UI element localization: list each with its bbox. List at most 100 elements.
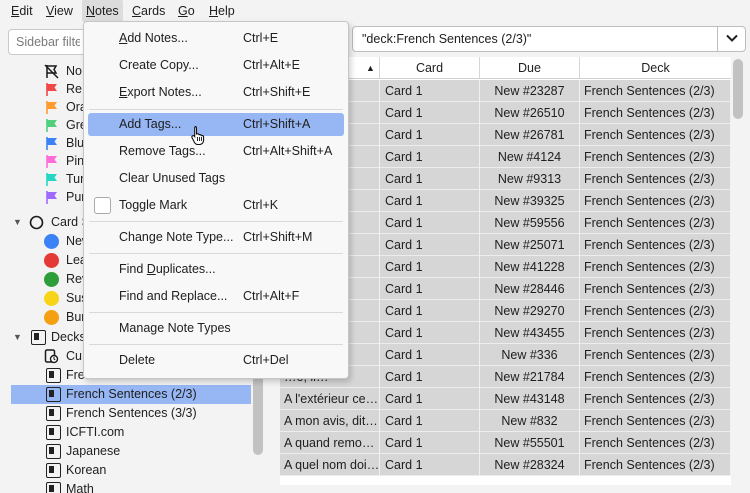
menu-item-add-notes[interactable]: Add Notes... Ctrl+E [88,27,344,50]
menu-notes[interactable]: Notes [82,0,123,22]
card-state-icon [29,215,44,230]
menu-view[interactable]: View [42,0,77,22]
expand-arrow-icon[interactable]: ▼ [13,213,22,232]
menu-item-add-tags[interactable]: Add Tags... Ctrl+Shift+A [88,113,344,136]
due-cell: New #25071 [480,234,580,256]
table-row[interactable]: A quel nom doi… Card 1 New #28324 French Se… [280,454,731,476]
due-cell: New #41228 [480,256,580,278]
menu-item-label: Delete [119,353,156,367]
sort-field-cell: A l'extérieur ce… [280,388,380,410]
sidebar-item-label: Fre [66,368,85,382]
card-cell: Card 1 [380,80,480,102]
table-scrollbar[interactable] [731,57,745,487]
menu-go-label: o [187,4,195,18]
column-header-label: Due [518,61,541,75]
due-cell: New #4124 [480,146,580,168]
due-cell: New #43148 [480,388,580,410]
menu-view-mnemonic: V [46,4,55,18]
search-input[interactable]: "deck:French Sentences (2/3)" [352,26,746,52]
table-row[interactable]: A quand remo… Card 1 New #55501 French Sent… [280,432,731,454]
sort-field-cell: A quel nom doi… [280,454,380,476]
deck-cell: French Sentences (2/3) [580,322,731,344]
card-cell: Card 1 [380,146,480,168]
menu-item-label: Toggle Mark [119,198,188,212]
sort-field-cell: A quand remo… [280,432,380,454]
suspended-dot-icon [44,291,59,306]
menu-item-shortcut: Ctrl+Alt+F [243,289,300,303]
sidebar-item-label: ICFTI.com [66,425,125,439]
sidebar-item-label: Blu [66,136,85,150]
column-header-due[interactable]: Due [480,57,580,79]
menu-notes-mnemonic: N [86,4,96,18]
column-header-card[interactable]: Card [380,57,480,79]
menu-item-clear-unused-tags[interactable]: Clear Unused Tags [88,167,344,190]
expand-arrow-icon[interactable]: ▼ [13,328,22,347]
menu-go-mnemonic: G [178,4,188,18]
menu-item-find-replace[interactable]: Find and Replace... Ctrl+Alt+F [88,285,344,308]
menu-item-create-copy[interactable]: Create Copy... Ctrl+Alt+E [88,54,344,77]
deck-cell: French Sentences (2/3) [580,454,731,476]
deck-icon [46,368,61,383]
menu-item-change-note-type[interactable]: Change Note Type... Ctrl+Shift+M [88,226,344,249]
sidebar-filter-input[interactable] [8,29,88,55]
sidebar-item-deck-korean[interactable]: Korean [11,461,251,480]
chevron-down-icon [726,34,738,42]
menu-item-delete[interactable]: Delete Ctrl+Del [88,349,344,372]
no-flag-icon [44,64,59,79]
card-cell: Card 1 [380,366,480,388]
menu-notes-label: otes [95,4,119,18]
blue-flag-icon [44,136,59,151]
card-cell: Card 1 [380,278,480,300]
sidebar-item-deck-japanese[interactable]: Japanese [11,442,251,461]
sidebar-item-deck-math[interactable]: Math [11,480,251,493]
table-horizontal-scrollbar[interactable] [280,485,731,493]
menu-item-manage-note-types[interactable]: Manage Note Types [88,317,344,340]
card-cell: Card 1 [380,102,480,124]
menu-edit[interactable]: Edit [7,0,37,22]
deck-icon [46,425,61,440]
menu-go[interactable]: Go [174,0,199,22]
deck-cell: French Sentences (2/3) [580,190,731,212]
table-row[interactable]: A l'extérieur ce… Card 1 New #43148 French … [280,388,731,410]
deck-icon [31,330,46,345]
card-cell: Card 1 [380,300,480,322]
due-cell: New #26510 [480,102,580,124]
toggle-mark-checkbox[interactable] [94,197,111,214]
card-cell: Card 1 [380,344,480,366]
sidebar-item-label: Japanese [66,444,121,458]
deck-icon [46,444,61,459]
deck-cell: French Sentences (2/3) [580,124,731,146]
sidebar-item-label: Decks [51,330,86,344]
deck-cell: French Sentences (2/3) [580,410,731,432]
due-cell: New #29270 [480,300,580,322]
column-header-deck[interactable]: Deck [580,57,731,79]
sidebar-item-label: Math [66,482,94,493]
filtered-deck-icon [44,349,59,364]
menu-edit-label: dit [19,4,33,18]
due-cell: New #39325 [480,190,580,212]
menu-item-export-notes[interactable]: Export Notes... Ctrl+Shift+E [88,81,344,104]
menu-cards[interactable]: Cards [128,0,169,22]
due-cell: New #336 [480,344,580,366]
menu-separator [89,312,343,313]
menu-item-toggle-mark[interactable]: Toggle Mark Ctrl+K [88,194,344,217]
search-history-dropdown[interactable] [717,27,745,51]
deck-cell: French Sentences (2/3) [580,432,731,454]
menu-item-label: Add Tags... [119,117,182,131]
table-row[interactable]: A mon avis, dit… Card 1 New #832 French Sen… [280,410,731,432]
menu-item-label: Change Note Type... [119,230,234,244]
menu-item-label: Export Notes... [119,85,202,99]
deck-cell: French Sentences (2/3) [580,80,731,102]
sidebar-item-deck-icfti[interactable]: ICFTI.com [11,423,251,442]
hand-cursor-icon [191,125,205,145]
due-cell: New #832 [480,410,580,432]
sidebar-item-deck-french-2[interactable]: French Sentences (2/3) [11,385,251,404]
sidebar-item-deck-french-3[interactable]: French Sentences (3/3) [11,404,251,423]
scrollbar-thumb[interactable] [733,59,743,119]
column-header-label: Deck [641,61,670,75]
deck-icon [46,482,61,493]
menu-item-remove-tags[interactable]: Remove Tags... Ctrl+Alt+Shift+A [88,140,344,163]
card-cell: Card 1 [380,234,480,256]
menu-help[interactable]: Help [205,0,239,22]
menu-item-find-duplicates[interactable]: Find Duplicates... [88,258,344,281]
